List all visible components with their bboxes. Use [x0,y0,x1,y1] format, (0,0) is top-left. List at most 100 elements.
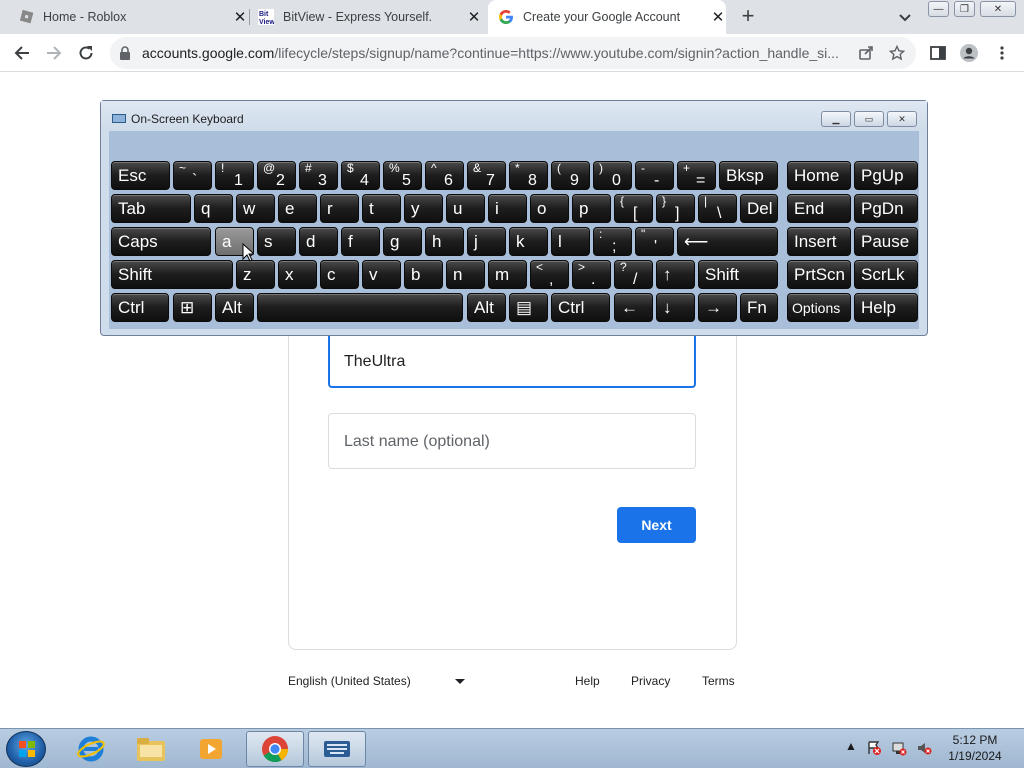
media-player-taskbar-button[interactable] [182,731,240,767]
on-screen-keyboard-window[interactable]: On-Screen Keyboard ▁ ▭ ✕ Esc ~ `! 1 @2 #3 $4% 5… [100,100,928,336]
first-name-field[interactable]: First name TheUltra [328,325,696,388]
restore-window-button[interactable]: ❐ [954,1,975,17]
key-caps[interactable]: Caps [111,227,211,256]
key-sym[interactable]: -- [635,161,674,190]
key-c[interactable]: c [320,260,359,289]
key-4[interactable]: $4 [341,161,380,190]
key-sym[interactable]: ↓ [656,293,695,322]
tab-bitview[interactable]: Bit View BitView - Express Yourself. ✕ [258,0,482,34]
key-sym[interactable]: <, [530,260,569,289]
share-icon[interactable] [858,45,874,61]
key-sym[interactable]: :; [593,227,632,256]
key-d[interactable]: d [299,227,338,256]
key-f[interactable]: f [341,227,380,256]
key-i[interactable]: i [488,194,527,223]
osk-close-button[interactable]: ✕ [887,111,917,127]
minimize-window-button[interactable]: — [928,1,949,17]
key-sym[interactable]: ⊞ [173,293,212,322]
url-text[interactable]: accounts.google.com/lifecycle/steps/sign… [142,45,846,61]
key-k[interactable]: k [509,227,548,256]
first-name-value[interactable]: TheUltra [344,353,405,371]
key-scrlk[interactable]: ScrLk [854,260,918,289]
key-v[interactable]: v [362,260,401,289]
key-r[interactable]: r [320,194,359,223]
key-ctrl[interactable]: Ctrl [111,293,169,322]
volume-muted-icon[interactable] [916,740,932,756]
key-fn[interactable]: Fn [740,293,778,322]
key-tab[interactable]: Tab [111,194,191,223]
key-5[interactable]: % 5 [383,161,422,190]
key-q[interactable]: q [194,194,233,223]
key-alt[interactable]: Alt [215,293,254,322]
key-0[interactable]: ) 0 [593,161,632,190]
key-g[interactable]: g [383,227,422,256]
language-selector[interactable]: English (United States) [288,674,411,688]
key-insert[interactable]: Insert [787,227,851,256]
key-sym[interactable]: ← [614,293,653,322]
key-2[interactable]: @2 [257,161,296,190]
key-sym[interactable]: ↑ [656,260,695,289]
key-sym[interactable]: → [698,293,737,322]
key-3[interactable]: #3 [299,161,338,190]
network-icon[interactable] [891,740,907,756]
key-w[interactable]: w [236,194,275,223]
key-sym[interactable]: >. [572,260,611,289]
key-pause[interactable]: Pause [854,227,918,256]
key-6[interactable]: ^ 6 [425,161,464,190]
key-sym[interactable]: ⟵ [677,227,778,256]
forward-arrow-icon[interactable] [43,42,65,64]
key-shift[interactable]: Shift [698,260,778,289]
key-sym[interactable]: {[ [614,194,653,223]
system-clock[interactable]: 5:12 PM 1/19/2024 [943,732,1007,764]
close-window-button[interactable]: ✕ [980,1,1016,17]
key-o[interactable]: o [530,194,569,223]
key-alt[interactable]: Alt [467,293,506,322]
last-name-field[interactable]: Last name (optional) [328,413,696,469]
key-1[interactable]: ! 1 [215,161,254,190]
key-7[interactable]: & 7 [467,161,506,190]
key-sym[interactable]: }] [656,194,695,223]
key-9[interactable]: (9 [551,161,590,190]
key-sym[interactable]: " ' [635,227,674,256]
key-z[interactable]: z [236,260,275,289]
reload-icon[interactable] [75,42,97,64]
key-l[interactable]: l [551,227,590,256]
key-del[interactable]: Del [740,194,778,223]
side-panel-icon[interactable] [927,42,949,64]
key-n[interactable]: n [446,260,485,289]
key-sym[interactable]: ? / [614,260,653,289]
key-prtscn[interactable]: PrtScn [787,260,851,289]
new-tab-button[interactable]: + [737,5,759,27]
show-hidden-icons-chevron-icon[interactable]: ▲ [845,739,857,753]
footer-terms-link[interactable]: Terms [702,674,735,688]
start-button[interactable] [6,731,46,767]
chrome-taskbar-button[interactable] [246,731,304,767]
close-tab-icon[interactable]: ✕ [232,9,248,26]
key-m[interactable]: m [488,260,527,289]
key-esc[interactable]: Esc [111,161,170,190]
tab-roblox[interactable]: Home - Roblox ✕ [18,0,248,34]
key-options[interactable]: Options [787,293,851,322]
address-bar[interactable]: accounts.google.com/lifecycle/steps/sign… [110,37,916,69]
key-x[interactable]: x [278,260,317,289]
key-sym[interactable]: ▤ [509,293,548,322]
footer-help-link[interactable]: Help [575,674,600,688]
key-sym[interactable]: + = [677,161,716,190]
key-sym[interactable]: ~ ` [173,161,212,190]
key-8[interactable]: * 8 [509,161,548,190]
key-ctrl[interactable]: Ctrl [551,293,610,322]
on-screen-keyboard-taskbar-button[interactable] [308,731,366,767]
key-h[interactable]: h [425,227,464,256]
key-j[interactable]: j [467,227,506,256]
key-sym[interactable]: | \ [698,194,737,223]
osk-restore-button[interactable]: ▭ [854,111,884,127]
internet-explorer-taskbar-button[interactable] [62,731,120,767]
dropdown-caret-icon[interactable] [455,679,465,684]
profile-avatar-icon[interactable] [958,42,980,64]
bookmark-star-icon[interactable] [889,45,905,61]
action-center-flag-icon[interactable] [866,740,882,756]
key-shift[interactable]: Shift [111,260,233,289]
key-bksp[interactable]: Bksp [719,161,778,190]
file-explorer-taskbar-button[interactable] [122,731,180,767]
close-tab-icon[interactable]: ✕ [466,9,482,26]
